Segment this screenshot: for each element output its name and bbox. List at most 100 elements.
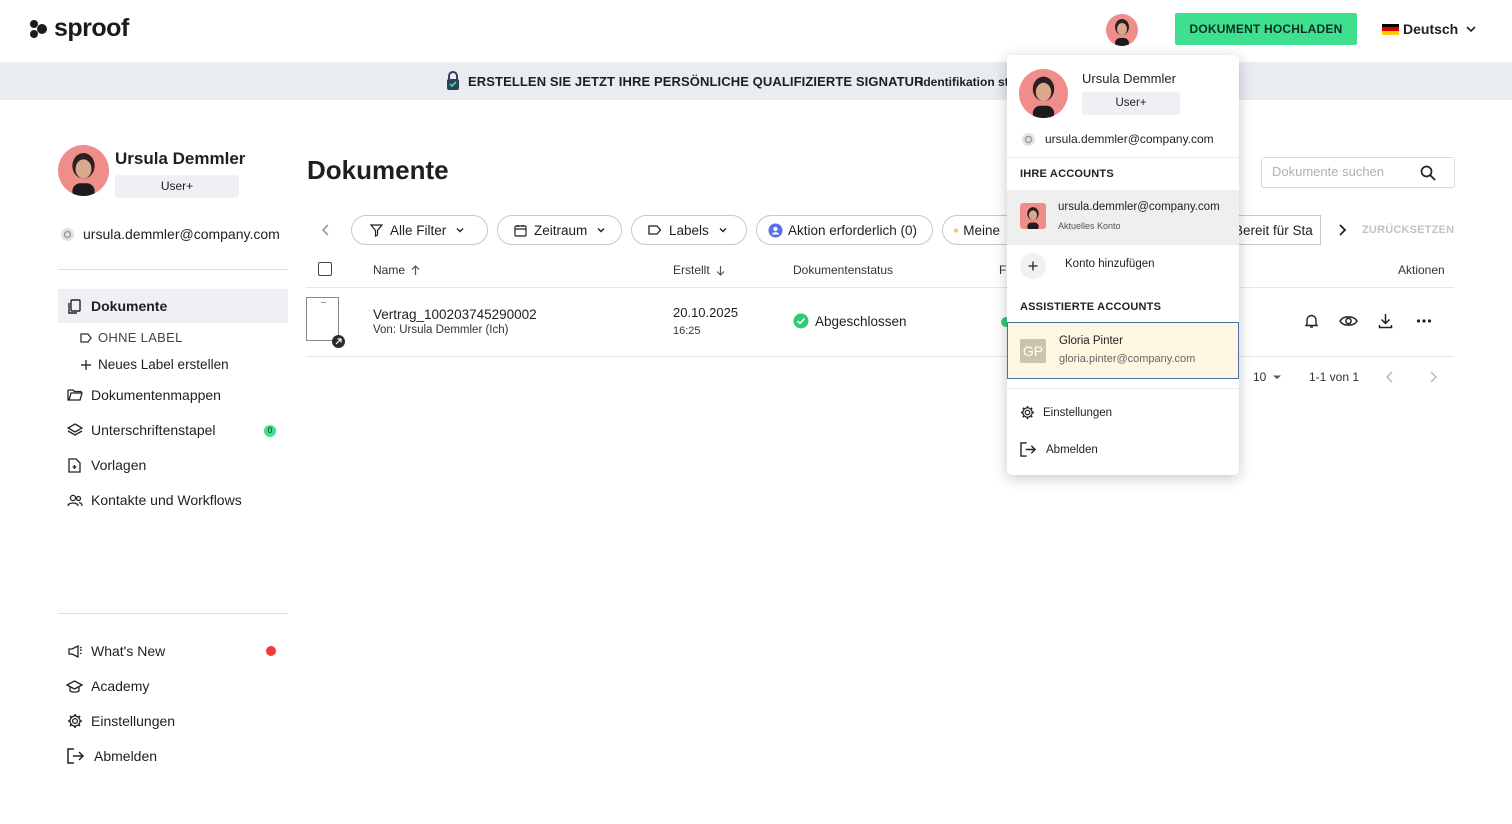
language-selector[interactable]: Deutsch [1382,20,1480,38]
email-icon [1022,133,1035,146]
logout-icon [1020,442,1037,457]
lock-icon [447,71,459,90]
dropdown-divider [1007,388,1239,389]
table-divider [306,356,1454,357]
sproof-logo[interactable]: sproof [28,14,129,43]
search-box[interactable] [1261,157,1455,188]
more-options-icon[interactable] [1416,318,1432,324]
add-account-label[interactable]: Konto hinzufügen [1065,258,1155,270]
page-size-select[interactable]: 10 [1253,370,1282,384]
current-account-email: ursula.demmler@company.com [1058,201,1220,213]
sidebar-item-label: Unterschriftenstapel [91,422,216,438]
assisted-account-item[interactable]: GP Gloria Pinter gloria.pinter@company.c… [1007,322,1239,379]
filter-zeitraum[interactable]: Zeitraum [497,215,622,245]
filter-labels[interactable]: Labels [631,215,747,245]
table-divider [306,287,1454,288]
current-account-label: Aktuelles Konto [1058,221,1121,231]
filter-icon [370,223,383,237]
download-icon[interactable] [1378,313,1393,329]
prev-page-icon[interactable] [1384,370,1396,384]
layers-icon [66,422,83,436]
document-status: Abgeschlossen [793,313,907,329]
section-assisted-accounts: ASSISTIERTE ACCOUNTS [1020,301,1162,313]
next-page-icon[interactable] [1427,370,1439,384]
document-time: 16:25 [673,325,701,337]
select-all-checkbox[interactable] [318,262,332,276]
sidebar-avatar [58,145,109,196]
header-avatar[interactable] [1106,14,1138,46]
sort-up-icon [411,264,420,275]
clock-icon [954,228,959,232]
column-header-f[interactable]: F [999,263,1006,277]
sidebar-user-role: User+ [115,175,239,198]
sidebar-item-academy[interactable]: Academy [58,669,288,703]
signature-banner[interactable]: ERSTELLEN SIE JETZT IHRE PERSÖNLICHE QUA… [0,62,1512,100]
sidebar-item-ohne-label[interactable]: OHNE LABEL [80,330,183,345]
gear-icon [67,714,82,728]
chevron-down-icon [719,228,727,233]
logo-mark-icon [30,19,47,38]
assisted-account-initials: GP [1020,339,1046,363]
upload-document-button[interactable]: DOKUMENT HOCHLADEN [1175,13,1357,45]
add-account-button[interactable] [1020,253,1046,279]
reset-filters-button[interactable]: ZURÜCKSETZEN [1362,224,1454,236]
notification-dot [266,646,276,656]
sidebar-item-label: Dokumentenmappen [91,387,221,403]
sidebar-item-dokumentenmappen[interactable]: Dokumentenmappen [58,378,288,412]
sort-down-icon [716,265,725,276]
search-icon[interactable] [1420,165,1436,181]
folder-open-icon [66,389,83,401]
sidebar-item-vorlagen[interactable]: Vorlagen [58,448,288,482]
filter-bar: Alle Filter Zeitraum Labels Aktion erfor… [318,215,1458,245]
search-input[interactable] [1272,164,1422,179]
filter-all[interactable]: Alle Filter [351,215,488,245]
sidebar-divider [58,613,288,614]
current-account-avatar [1020,203,1046,229]
language-label: Deutsch [1403,21,1459,37]
plus-icon [1028,261,1038,271]
label-icon [648,225,662,235]
sidebar-user-email: ursula.demmler@company.com [83,226,280,242]
sidebar-divider [58,269,288,270]
dropdown-user-role: User+ [1082,92,1180,115]
sidebar-item-abmelden[interactable]: Abmelden [58,739,288,773]
chevron-down-icon [456,228,464,233]
email-icon [61,228,74,241]
dropdown-divider [1007,157,1239,158]
chevron-right-icon[interactable] [1334,222,1350,238]
column-header-status[interactable]: Dokumentenstatus [793,263,893,277]
document-date: 20.10.2025 [673,305,739,320]
megaphone-icon [67,644,82,658]
sidebar-item-label: Kontakte und Workflows [91,492,242,508]
column-header-name[interactable]: Name [373,263,421,277]
document-name[interactable]: Vertrag_100203745290002 [373,307,537,322]
bell-icon[interactable] [1304,313,1319,329]
sidebar-item-whats-new[interactable]: What's New [58,634,288,668]
sidebar-item-einstellungen[interactable]: Einstellungen [58,704,288,738]
template-icon [68,457,81,473]
dropdown-settings[interactable]: Einstellungen [1020,405,1112,420]
sidebar-item-label: Abmelden [94,748,158,764]
filter-action-required[interactable]: Aktion erforderlich (0) [756,215,933,245]
chevron-left-icon[interactable] [318,222,334,238]
filter-meine[interactable]: Meine [942,215,1012,245]
sidebar-item-kontakte[interactable]: Kontakte und Workflows [58,483,288,517]
dropdown-logout[interactable]: Abmelden [1020,442,1098,457]
german-flag-icon [1382,23,1399,35]
sidebar-item-dokumente[interactable]: Dokumente [58,289,288,323]
assisted-account-name: Gloria Pinter [1059,335,1123,347]
sidebar-item-unterschriftenstapel[interactable]: Unterschriftenstapel [58,413,288,447]
page-title: Dokumente [307,155,449,185]
sidebar-item-new-label[interactable]: Neues Label erstellen [80,357,229,372]
sidebar-item-label: Academy [91,678,150,694]
column-header-created[interactable]: Erstellt [673,263,726,277]
logout-icon [67,748,85,764]
documents-icon [68,298,81,314]
stack-count-badge: 0 [264,425,276,437]
banner-text: ERSTELLEN SIE JETZT IHRE PERSÖNLICHE QUA… [468,74,924,89]
banner-subtext[interactable]: Identifikation sta [920,75,1015,89]
eye-icon[interactable] [1339,314,1358,328]
current-account-item[interactable]: ursula.demmler@company.com Aktuelles Kon… [1007,190,1239,245]
sidebar-item-label: Einstellungen [91,713,176,729]
contacts-icon [66,494,83,506]
